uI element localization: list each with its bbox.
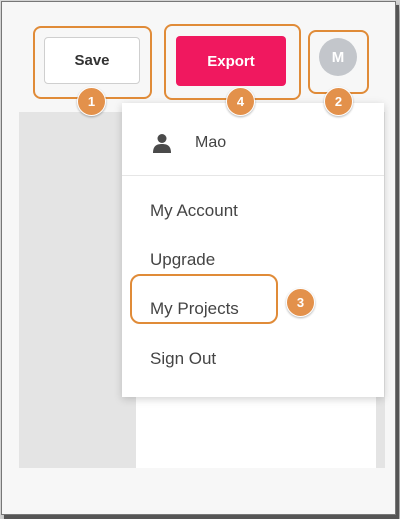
user-name: Mao (195, 134, 227, 151)
screenshot-frame: Save Export M Mao My Account Upgrade My … (1, 1, 396, 515)
user-icon (153, 134, 171, 153)
callout-badge-3: 3 (286, 288, 315, 317)
menu-item-upgrade[interactable]: Upgrade (150, 250, 215, 270)
my-projects-highlight (130, 274, 278, 324)
callout-badge-1: 1 (77, 87, 106, 116)
user-dropdown-menu: Mao My Account Upgrade My Projects Sign … (122, 103, 384, 397)
callout-badge-2: 2 (324, 87, 353, 116)
callout-badge-4: 4 (226, 87, 255, 116)
avatar-highlight (308, 30, 369, 94)
menu-item-sign-out[interactable]: Sign Out (150, 349, 216, 369)
menu-item-my-account[interactable]: My Account (150, 201, 238, 221)
